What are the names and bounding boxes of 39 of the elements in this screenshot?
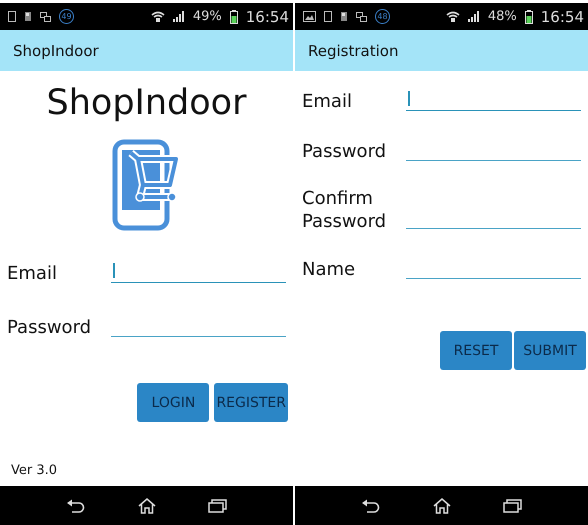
version-label: Ver 3.0 — [10, 463, 58, 478]
field-label: Email — [302, 90, 353, 112]
field-label: Confirm Password — [302, 187, 388, 233]
sd-card-icon — [24, 11, 32, 22]
field-label: Email — [7, 262, 58, 284]
clock-time: 16:54 — [246, 8, 289, 26]
action-button[interactable]: RESET — [440, 331, 512, 370]
recent-apps-icon[interactable] — [208, 498, 227, 512]
device-icon — [8, 11, 16, 22]
action-button[interactable]: LOGIN — [137, 383, 210, 422]
wifi-icon — [150, 11, 165, 22]
app-bar-title: Registration — [295, 30, 588, 71]
battery-icon — [230, 10, 238, 24]
field-label: Password — [302, 140, 388, 162]
signal-icon — [468, 11, 480, 22]
app-bar-title: ShopIndoor — [0, 30, 293, 71]
recent-apps-icon[interactable] — [503, 498, 522, 512]
battery-percent: 48% — [488, 9, 517, 24]
signal-icon — [172, 11, 185, 22]
sd-card-icon — [340, 11, 348, 22]
action-button[interactable]: REGISTER — [214, 383, 288, 422]
device-icon — [324, 11, 332, 22]
battery-percent: 49% — [192, 9, 222, 24]
windows-icon — [40, 12, 51, 22]
back-icon[interactable] — [361, 498, 381, 512]
back-icon[interactable] — [66, 498, 86, 512]
clock-time: 16:54 — [540, 8, 584, 26]
home-icon[interactable] — [138, 498, 156, 514]
windows-icon — [356, 12, 367, 22]
field-label: Name — [302, 258, 356, 280]
notification-count: 48 — [375, 9, 390, 24]
home-icon[interactable] — [433, 498, 451, 514]
field-label: Password — [7, 316, 92, 338]
image-icon — [303, 11, 316, 22]
battery-icon — [524, 10, 533, 24]
notification-count: 49 — [59, 9, 74, 24]
app-name-heading: ShopIndoor — [46, 83, 246, 123]
wifi-icon — [446, 11, 460, 22]
action-button[interactable]: SUBMIT — [514, 331, 586, 370]
